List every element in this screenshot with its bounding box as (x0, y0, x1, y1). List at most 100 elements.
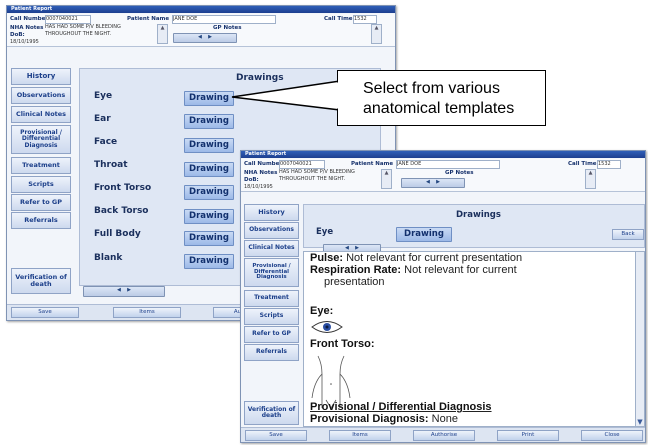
gp-notes-label: GP Notes (445, 170, 474, 176)
row-label-ear: Ear (94, 114, 111, 124)
sidebar-referrals[interactable]: Referrals (11, 212, 71, 229)
callout-line-1: Select from various (363, 80, 500, 97)
gp-notes-nav[interactable]: ◀ ▶ (173, 33, 237, 43)
respiration-line: Respiration Rate: Not relevant for curre… (310, 264, 517, 276)
row-label-back-torso: Back Torso (94, 206, 149, 216)
nav-arrows-icon[interactable]: ◀ ▶ (402, 179, 464, 185)
scroll-down-icon[interactable]: ▼ (636, 418, 644, 426)
close-button[interactable]: Close (581, 430, 643, 441)
nha-notes-scrollbar[interactable]: ▲ (381, 169, 392, 189)
sidebar-verification-of-death[interactable]: Verification of death (244, 401, 299, 425)
nha-notes-field[interactable]: HAS HAD SOME P/V BLEEDING THROUGHOUT THE… (45, 24, 155, 42)
save-button[interactable]: Save (245, 430, 307, 441)
drawing-button-eye[interactable]: Drawing (396, 227, 452, 242)
respiration-line-2: presentation (324, 276, 385, 288)
sidebar-provisional-diagnosis[interactable]: Provisional / Differential Diagnosis (244, 258, 299, 287)
scroll-up-icon[interactable]: ▲ (382, 170, 391, 176)
eye-label: Eye: (310, 305, 334, 317)
drawing-button-face[interactable]: Drawing (184, 138, 234, 153)
call-number-field[interactable]: 0007040021 (279, 160, 325, 169)
drawings-page-nav[interactable]: ◀ ▶ (83, 286, 165, 297)
patient-info-header: Call Number 0007040021 Patient Name JANE… (7, 14, 395, 47)
sidebar-provisional-diagnosis[interactable]: Provisional / Differential Diagnosis (11, 125, 71, 154)
sidebar-scripts[interactable]: Scripts (11, 176, 71, 193)
gp-notes-label: GP Notes (213, 25, 242, 31)
nha-notes-label: NHA Notes (10, 25, 44, 31)
nav-arrows-icon[interactable]: ◀ ▶ (174, 34, 236, 40)
patient-name-field[interactable]: JANE DOE (172, 15, 276, 24)
nha-notes-field[interactable]: HAS HAD SOME P/V BLEEDING THROUGHOUT THE… (279, 169, 379, 187)
drawing-button-ear[interactable]: Drawing (184, 114, 234, 129)
row-label-eye: Eye (316, 227, 334, 237)
drawings-panel: Drawings Eye Drawing Back (303, 204, 645, 248)
print-button[interactable]: Print (497, 430, 559, 441)
row-label-throat: Throat (94, 160, 128, 170)
sidebar-observations[interactable]: Observations (244, 222, 299, 239)
provisional-diagnosis-value: None (431, 413, 458, 425)
drawing-button-throat[interactable]: Drawing (184, 162, 234, 177)
row-label-front-torso: Front Torso (94, 183, 152, 193)
drawing-button-front-torso[interactable]: Drawing (184, 185, 234, 200)
patient-info-header: Call Number 0007040021 Patient Name JANE… (241, 159, 645, 192)
call-number-field[interactable]: 0007040021 (45, 15, 91, 24)
front-torso-label: Front Torso: (310, 338, 375, 350)
report-scrollbar[interactable]: ▼ (635, 252, 644, 426)
pulse-line: Pulse: Not relevant for current presenta… (310, 252, 522, 264)
sidebar-scripts[interactable]: Scripts (244, 308, 299, 325)
sidebar-referrals[interactable]: Referrals (244, 344, 299, 361)
respiration-value-2: presentation (324, 276, 385, 288)
row-label-blank: Blank (94, 253, 123, 263)
report-preview: Pulse: Not relevant for current presenta… (303, 251, 645, 427)
provisional-diagnosis-line: Provisional Diagnosis: None (310, 413, 458, 425)
patient-report-window-front: Patient Report Call Number 0007040021 Pa… (240, 150, 646, 443)
respiration-label: Respiration Rate: (310, 264, 402, 276)
nha-notes-scrollbar[interactable]: ▲ (157, 24, 168, 44)
drawing-button-blank[interactable]: Drawing (184, 254, 234, 269)
back-button[interactable]: Back (612, 229, 644, 240)
window-title: Patient Report (241, 151, 645, 158)
sidebar-treatment[interactable]: Treatment (11, 157, 71, 174)
drawing-button-eye[interactable]: Drawing (184, 91, 234, 106)
authorise-button[interactable]: Authorise (413, 430, 475, 441)
gp-notes-scrollbar[interactable]: ▲ (371, 24, 382, 44)
front-torso-heading: Front Torso: (310, 338, 375, 350)
scroll-up-icon[interactable]: ▲ (158, 25, 167, 31)
dob-label: DoB: (244, 177, 259, 183)
drawings-heading: Drawings (456, 210, 501, 220)
drawing-button-full-body[interactable]: Drawing (184, 231, 234, 246)
scroll-up-icon[interactable]: ▲ (372, 25, 381, 31)
row-label-eye: Eye (94, 91, 113, 101)
call-time-label: Call Time (324, 16, 353, 22)
items-button[interactable]: Items (329, 430, 391, 441)
items-button[interactable]: Items (113, 307, 181, 318)
gp-notes-scrollbar[interactable]: ▲ (585, 169, 596, 189)
sidebar-clinical-notes[interactable]: Clinical Notes (244, 240, 299, 257)
provisional-heading: Provisional / Differential Diagnosis (310, 401, 492, 413)
nav-arrows-icon[interactable]: ◀ ▶ (84, 287, 164, 293)
drawing-button-back-torso[interactable]: Drawing (184, 209, 234, 224)
sidebar-verification-of-death[interactable]: Verification of death (11, 268, 71, 294)
bottom-toolbar: Save Items Authorise Print Close (241, 427, 645, 442)
provisional-diagnosis-label: Provisional Diagnosis: (310, 413, 429, 425)
eye-drawing-icon (311, 321, 343, 333)
sidebar-history[interactable]: History (11, 68, 71, 85)
sidebar-clinical-notes[interactable]: Clinical Notes (11, 106, 71, 123)
patient-name-field[interactable]: JANE DOE (396, 160, 500, 169)
call-time-field[interactable]: 1532 (353, 15, 377, 24)
sidebar-observations[interactable]: Observations (11, 87, 71, 104)
eye-heading: Eye: (310, 305, 333, 317)
sidebar-history[interactable]: History (244, 204, 299, 221)
sidebar-refer-to-gp[interactable]: Refer to GP (244, 326, 299, 343)
save-button[interactable]: Save (11, 307, 79, 318)
respiration-value: Not relevant for current (404, 264, 517, 276)
dob-value: 18/10/1995 (244, 184, 273, 190)
dob-label: DoB: (10, 32, 25, 38)
row-label-face: Face (94, 137, 118, 147)
callout-text: Select from various anatomical templates (363, 79, 514, 119)
gp-notes-nav[interactable]: ◀ ▶ (401, 178, 465, 188)
nha-notes-label: NHA Notes (244, 170, 278, 176)
sidebar-refer-to-gp[interactable]: Refer to GP (11, 194, 71, 211)
call-time-field[interactable]: 1532 (597, 160, 621, 169)
sidebar-treatment[interactable]: Treatment (244, 290, 299, 307)
scroll-up-icon[interactable]: ▲ (586, 170, 595, 176)
